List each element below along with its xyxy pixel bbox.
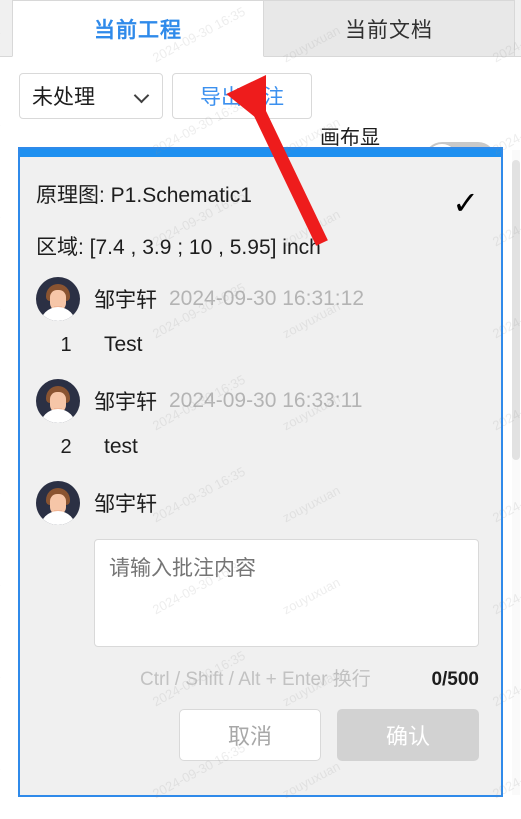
tab-current-document[interactable]: 当前文档 [264, 0, 515, 57]
comment-index: 1 [60, 334, 72, 356]
avatar-shirt [40, 409, 76, 423]
editor-footer: Ctrl / Shift / Alt + Enter 换行 0/500 [36, 664, 485, 691]
panel-scrollbar-thumb[interactable] [512, 160, 520, 460]
editor-actions: 取消 确认 [36, 709, 485, 761]
tab-current-project[interactable]: 当前工程 [12, 0, 264, 57]
card-body: ✓ 原理图: P1.Schematic1 区域: [7.4 , 3.9 ; 10… [20, 157, 501, 795]
avatar [36, 481, 80, 525]
editor-author-row: 邹宇轩 [36, 481, 485, 525]
comment-timestamp: 2024-09-30 16:33:11 [169, 389, 363, 412]
comment-row: 1 Test [36, 333, 485, 363]
tab-bar-right-pad [515, 0, 521, 57]
editor-author-name: 邹宇轩 [94, 493, 157, 516]
comment-row: 2 test [36, 435, 485, 465]
confirm-button[interactable]: 确认 [337, 709, 479, 761]
character-counter: 0/500 [431, 669, 479, 690]
watermark-text: zouyuxuan [0, 298, 3, 342]
export-annotations-label: 导出批注 [200, 86, 284, 109]
avatar [36, 277, 80, 321]
comment-author-name: 邹宇轩 [94, 289, 157, 312]
tab-current-document-label: 当前文档 [345, 18, 433, 42]
watermark-text: zouyuxuan [0, 390, 3, 434]
avatar [36, 379, 80, 423]
comment-index: 2 [60, 436, 72, 458]
toolbar: 未处理 导出批注 画布显示批注 [0, 57, 521, 178]
resolved-check-icon[interactable]: ✓ [452, 187, 479, 219]
comment-author-row: 邹宇轩 2024-09-30 16:33:11 [36, 379, 485, 423]
avatar-shirt [40, 511, 76, 525]
status-filter-dropdown[interactable]: 未处理 [19, 73, 163, 119]
tab-current-project-label: 当前工程 [94, 18, 182, 42]
comment-timestamp: 2024-09-30 16:31:12 [169, 287, 364, 310]
card-accent-bar [20, 149, 501, 157]
export-annotations-button[interactable]: 导出批注 [172, 73, 312, 119]
avatar-shirt [40, 307, 76, 321]
tab-bar: 当前工程 当前文档 [0, 0, 521, 57]
tab-bar-left-pad [0, 0, 12, 57]
editor-wrapper [36, 539, 485, 652]
watermark-text: zouyuxuan [0, 206, 3, 250]
status-filter-value: 未处理 [32, 86, 95, 109]
watermark-text: zouyuxuan [0, 574, 3, 618]
comment-input[interactable] [94, 539, 479, 647]
watermark-text: zouyuxuan [0, 666, 3, 710]
confirm-button-label: 确认 [385, 724, 430, 749]
comment-author-row: 邹宇轩 2024-09-30 16:31:12 [36, 277, 485, 321]
annotation-card[interactable]: ✓ 原理图: P1.Schematic1 区域: [7.4 , 3.9 ; 10… [18, 147, 503, 797]
watermark-text: zouyuxuan [0, 758, 3, 802]
cancel-button[interactable]: 取消 [179, 709, 321, 761]
region-label: 区域: [7.4 , 3.9 ; 10 , 5.95] inch [36, 236, 321, 259]
cancel-button-label: 取消 [227, 724, 272, 749]
comment-author-name: 邹宇轩 [94, 391, 157, 414]
comment-text: test [104, 435, 138, 458]
annotation-panel: 当前工程 当前文档 未处理 导出批注 画布显示批注 ✓ 原理图: P1.Sche… [0, 0, 521, 819]
schematic-label: 原理图: P1.Schematic1 [36, 184, 252, 207]
newline-hint: Ctrl / Shift / Alt + Enter 换行 [140, 669, 371, 690]
comment-text: Test [104, 333, 143, 356]
chevron-down-icon [134, 88, 150, 104]
watermark-text: zouyuxuan [0, 482, 3, 526]
